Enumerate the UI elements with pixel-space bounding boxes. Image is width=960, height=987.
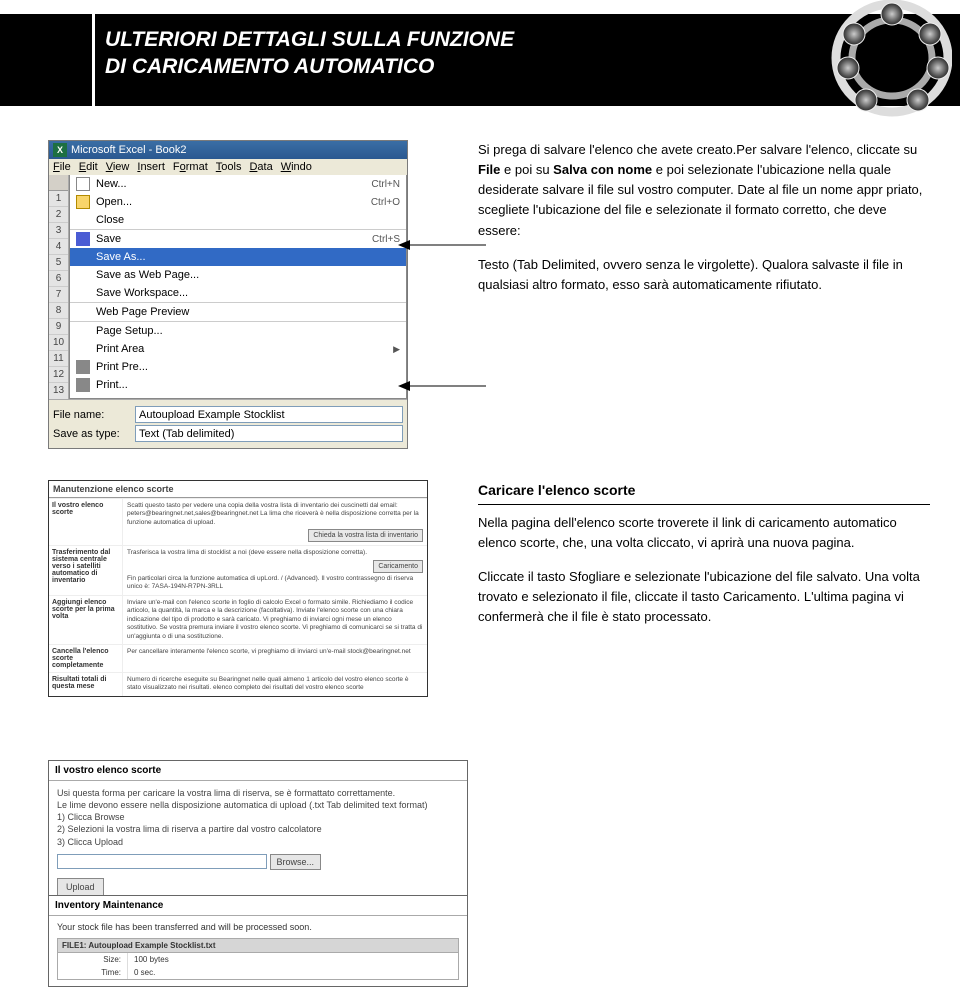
new-icon	[76, 177, 90, 191]
web-screenshot-1: Manutenzione elenco scorte Il vostro ele…	[48, 480, 428, 697]
excel-row-headers: 12345678910111213	[49, 175, 69, 399]
file-path-input[interactable]	[57, 854, 267, 869]
excel-file-menu: New...Ctrl+N Open...Ctrl+O Close SaveCtr…	[69, 175, 407, 399]
filename-label: File name:	[53, 409, 129, 421]
savetype-label: Save as type:	[53, 428, 129, 440]
savetype-field[interactable]: Text (Tab delimited)	[135, 425, 403, 442]
save-as-item[interactable]: Save As...	[70, 248, 406, 266]
open-icon	[76, 195, 90, 209]
excel-menubar: FileEditViewInsertFormatToolsDataWindo	[49, 159, 407, 175]
excel-screenshot: X Microsoft Excel - Book2 FileEditViewIn…	[48, 140, 408, 449]
bearing-illustration	[792, 0, 952, 124]
page-title: ULTERIORI DETTAGLI SULLA FUNZIONE DI CAR…	[105, 26, 514, 81]
arrow-icon	[398, 376, 488, 396]
instruction-text-1: Si prega di salvare l'elenco che avete c…	[478, 140, 930, 295]
save-icon	[76, 232, 90, 246]
excel-titlebar: X Microsoft Excel - Book2	[49, 141, 407, 159]
web-screenshot-3: Inventory Maintenance Your stock file ha…	[48, 895, 468, 987]
filename-field[interactable]: Autoupload Example Stocklist	[135, 406, 403, 423]
instruction-text-2: Caricare l'elenco scorte Nella pagina de…	[478, 480, 930, 627]
browse-button[interactable]: Browse...	[270, 854, 322, 870]
upload-button[interactable]: Caricamento	[373, 560, 423, 573]
web-screenshot-2: Il vostro elenco scorte Usi questa forma…	[48, 760, 468, 903]
upload-button[interactable]: Upload	[57, 878, 104, 896]
section-heading: Caricare l'elenco scorte	[478, 480, 930, 505]
print-preview-icon	[76, 360, 90, 374]
arrow-icon	[398, 235, 488, 255]
excel-icon: X	[53, 143, 67, 157]
request-list-button[interactable]: Chieda la vostra lista di inventario	[308, 529, 423, 542]
print-icon	[76, 378, 90, 392]
save-dialog: File name: Autoupload Example Stocklist …	[49, 399, 407, 448]
